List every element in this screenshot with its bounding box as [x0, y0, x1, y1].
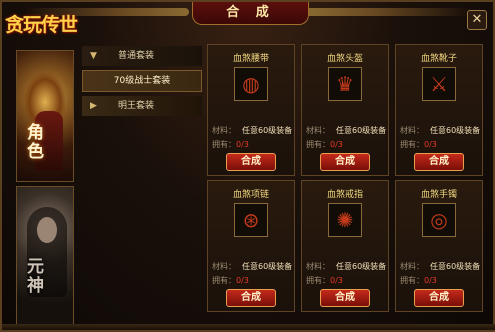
bracelet-icon[interactable]: ◎ [422, 203, 456, 237]
material-row: 材料： 任意60级装备 [212, 261, 292, 272]
item-card: 血煞腰带 ◍ 材料： 任意60级装备 拥有：0/3 合成 [207, 44, 295, 176]
item-card: 血煞戒指 ✺ 材料： 任意60级装备 拥有：0/3 合成 [301, 180, 389, 312]
item-name: 血煞靴子 [420, 54, 457, 64]
material-row: 材料： 任意60级装备 [306, 261, 386, 272]
owned-label: 拥有： [400, 276, 424, 285]
material-value: 任意60级装备 [336, 126, 387, 135]
collapse-arrow-icon: ▶ [90, 101, 97, 111]
title-decoration-right [306, 8, 471, 16]
close-button[interactable]: ✕ [467, 10, 487, 30]
item-card: 血煞手镯 ◎ 材料： 任意60级装备 拥有：0/3 合成 [395, 180, 483, 312]
bottom-border [2, 324, 495, 330]
material-value: 任意60级装备 [430, 262, 481, 271]
material-label: 材料： [212, 262, 236, 271]
owned-row: 拥有：0/3 [306, 275, 343, 286]
item-grid: 血煞腰带 ◍ 材料： 任意60级装备 拥有：0/3 合成 血煞头盔 ♛ 材料： 任意… [207, 44, 489, 314]
owned-row: 拥有：0/3 [212, 139, 249, 150]
item-name: 血煞腰带 [232, 54, 269, 64]
craft-button[interactable]: 合成 [226, 289, 276, 307]
material-row: 材料： 任意60级装备 [212, 125, 292, 136]
material-row: 材料： 任意60级装备 [400, 125, 480, 136]
material-label: 材料： [306, 126, 330, 135]
spirit-tab[interactable]: 元神 [16, 186, 74, 326]
ring-icon[interactable]: ✺ [328, 203, 362, 237]
owned-label: 拥有： [306, 140, 330, 149]
owned-count: 0/3 [330, 140, 343, 149]
material-label: 材料： [306, 262, 330, 271]
game-logo: 贪玩传世 [5, 14, 78, 36]
category-normal-set[interactable]: ▼ 普通套装 [82, 46, 202, 66]
material-row: 材料： 任意60级装备 [306, 125, 386, 136]
owned-count: 0/3 [236, 276, 249, 285]
craft-button[interactable]: 合成 [320, 289, 370, 307]
material-value: 任意60级装备 [430, 126, 481, 135]
necklace-icon[interactable]: ⊛ [234, 203, 268, 237]
material-label: 材料： [212, 126, 236, 135]
item-card: 血煞项链 ⊛ 材料： 任意60级装备 拥有：0/3 合成 [207, 180, 295, 312]
category-label: 明王套装 [118, 101, 155, 111]
owned-count: 0/3 [236, 140, 249, 149]
belt-icon[interactable]: ◍ [234, 67, 268, 101]
subcategory-label: 70级战士套装 [113, 76, 171, 86]
owned-row: 拥有：0/3 [212, 275, 249, 286]
item-name: 血煞头盔 [326, 54, 363, 64]
synthesis-window: 合 成 ✕ 贪玩传世 角色 元神 ▼ 普通套装 70级战士套装 ▶ 明王套装 血… [0, 0, 495, 332]
window-title: 合 成 [192, 2, 309, 25]
spirit-figure-face [37, 217, 57, 243]
material-value: 任意60级装备 [242, 262, 293, 271]
item-name: 血煞项链 [232, 190, 269, 200]
category-mingwang-set[interactable]: ▶ 明王套装 [82, 96, 202, 116]
craft-button[interactable]: 合成 [414, 153, 464, 171]
material-label: 材料： [400, 126, 424, 135]
owned-count: 0/3 [330, 276, 343, 285]
material-row: 材料： 任意60级装备 [400, 261, 480, 272]
item-card: 血煞靴子 ⚔ 材料： 任意60级装备 拥有：0/3 合成 [395, 44, 483, 176]
owned-count: 0/3 [424, 276, 437, 285]
category-list: ▼ 普通套装 70级战士套装 ▶ 明王套装 [82, 46, 202, 120]
character-tab-label: 角色 [23, 123, 43, 161]
item-name: 血煞戒指 [326, 190, 363, 200]
craft-button[interactable]: 合成 [226, 153, 276, 171]
category-label: 普通套装 [118, 51, 155, 61]
spirit-tab-label: 元神 [23, 257, 43, 295]
owned-label: 拥有： [212, 276, 236, 285]
craft-button[interactable]: 合成 [414, 289, 464, 307]
expand-arrow-icon: ▼ [90, 51, 97, 61]
craft-button[interactable]: 合成 [320, 153, 370, 171]
owned-row: 拥有：0/3 [400, 275, 437, 286]
owned-label: 拥有： [306, 276, 330, 285]
helmet-icon[interactable]: ♛ [328, 67, 362, 101]
item-card: 血煞头盔 ♛ 材料： 任意60级装备 拥有：0/3 合成 [301, 44, 389, 176]
owned-label: 拥有： [400, 140, 424, 149]
item-name: 血煞手镯 [420, 190, 457, 200]
owned-count: 0/3 [424, 140, 437, 149]
owned-row: 拥有：0/3 [306, 139, 343, 150]
character-tab[interactable]: 角色 [16, 50, 74, 182]
material-value: 任意60级装备 [242, 126, 293, 135]
owned-label: 拥有： [212, 140, 236, 149]
material-label: 材料： [400, 262, 424, 271]
owned-row: 拥有：0/3 [400, 139, 437, 150]
boots-icon[interactable]: ⚔ [422, 67, 456, 101]
material-value: 任意60级装备 [336, 262, 387, 271]
subcategory-warrior-70[interactable]: 70级战士套装 [82, 70, 202, 92]
